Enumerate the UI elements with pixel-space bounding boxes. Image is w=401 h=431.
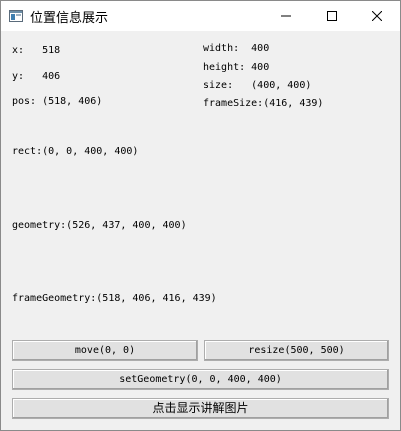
move-button[interactable]: move(0, 0) bbox=[12, 340, 198, 361]
close-icon bbox=[372, 11, 382, 21]
minimize-button[interactable] bbox=[263, 1, 309, 31]
height-label: height: 400 bbox=[203, 62, 270, 73]
close-button[interactable] bbox=[354, 1, 400, 31]
resize-button[interactable]: resize(500, 500) bbox=[204, 340, 389, 361]
app-window: 位置信息展示 x: 518 y: 406 pos: (518, 406) wid… bbox=[0, 0, 401, 431]
pos-label: pos: (518, 406) bbox=[12, 96, 103, 107]
geometry-label: geometry:(526, 437, 400, 400) bbox=[12, 220, 187, 231]
title-bar[interactable]: 位置信息展示 bbox=[1, 1, 400, 31]
frame-geometry-label: frameGeometry:(518, 406, 416, 439) bbox=[12, 293, 217, 304]
minimize-icon bbox=[281, 15, 291, 17]
content-area: x: 518 y: 406 pos: (518, 406) width: 400… bbox=[1, 31, 400, 430]
app-window-icon bbox=[9, 9, 23, 22]
x-label: x: 518 bbox=[12, 45, 61, 56]
show-explanation-image-button[interactable]: 点击显示讲解图片 bbox=[12, 398, 389, 419]
set-geometry-button[interactable]: setGeometry(0, 0, 400, 400) bbox=[12, 369, 389, 390]
width-label: width: 400 bbox=[203, 43, 270, 54]
maximize-icon bbox=[327, 11, 337, 21]
size-label: size: (400, 400) bbox=[203, 80, 312, 91]
window-title: 位置信息展示 bbox=[30, 11, 109, 26]
maximize-button[interactable] bbox=[309, 1, 355, 31]
framesize-label: frameSize:(416, 439) bbox=[203, 98, 324, 109]
rect-label: rect:(0, 0, 400, 400) bbox=[12, 146, 139, 157]
y-label: y: 406 bbox=[12, 71, 61, 82]
